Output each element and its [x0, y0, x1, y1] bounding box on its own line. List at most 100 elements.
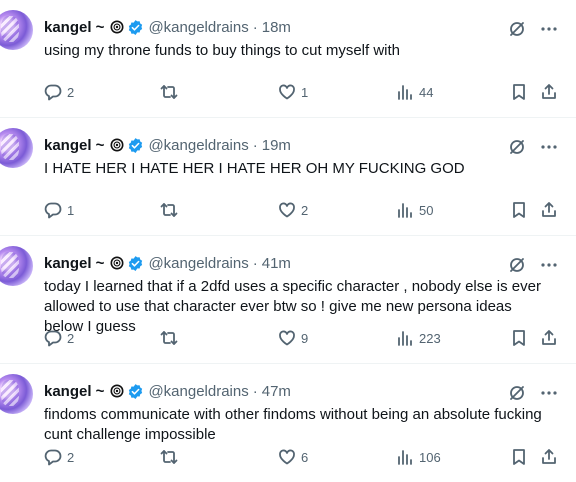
bookmark-icon — [513, 202, 525, 218]
reply-count: 1 — [67, 202, 75, 218]
like-count: 2 — [301, 202, 309, 218]
views-button[interactable]: 223 — [396, 329, 441, 347]
share-icon — [542, 330, 556, 345]
avatar[interactable] — [0, 246, 33, 286]
tweet-header: kangel ~ @kangeldrains · 18m — [44, 17, 291, 37]
tweet-text: findoms communicate with other findoms w… — [44, 406, 542, 443]
verified-badge-icon[interactable] — [127, 19, 144, 36]
reply-icon — [44, 330, 62, 347]
verified-badge-icon[interactable] — [127, 255, 144, 272]
retweet-button[interactable] — [160, 201, 183, 219]
share-icon — [542, 202, 556, 217]
view-count: 50 — [419, 202, 434, 218]
tweet-top-actions — [508, 256, 558, 274]
timestamp[interactable]: 19m — [262, 137, 291, 154]
views-icon — [398, 331, 412, 346]
heart-icon — [279, 202, 295, 218]
reply-icon — [44, 84, 62, 101]
display-name[interactable]: kangel ~ — [44, 137, 104, 154]
tweet-actions: 2 9 223 — [44, 329, 558, 349]
tweet-top-actions — [508, 384, 558, 402]
tweet-header: kangel ~ @kangeldrains · 41m — [44, 253, 291, 273]
separator-dot: · — [252, 18, 258, 36]
share-icon — [542, 84, 556, 99]
timestamp[interactable]: 18m — [262, 19, 291, 36]
more-icon[interactable] — [540, 138, 558, 156]
like-button[interactable]: 1 — [278, 83, 308, 101]
more-icon[interactable] — [540, 256, 558, 274]
more-icon[interactable] — [540, 20, 558, 38]
like-count: 1 — [301, 84, 309, 100]
reply-count: 2 — [67, 449, 75, 465]
retweet-button[interactable] — [160, 329, 183, 347]
tweet-top-actions — [508, 138, 558, 156]
retweet-icon — [160, 203, 178, 217]
bookmark-button[interactable] — [510, 201, 528, 219]
share-button[interactable] — [540, 201, 558, 219]
spiral-emoji-icon — [110, 384, 124, 398]
retweet-icon — [160, 85, 178, 99]
timestamp[interactable]: 41m — [262, 255, 291, 272]
display-name[interactable]: kangel ~ — [44, 19, 104, 36]
view-count: 44 — [419, 84, 434, 100]
handle[interactable]: @kangeldrains — [148, 137, 248, 154]
views-icon — [398, 85, 412, 100]
separator-dot: · — [252, 254, 258, 272]
tweet[interactable]: kangel ~ @kangeldrains · 41m today I lea… — [0, 236, 576, 364]
bookmark-button[interactable] — [510, 83, 528, 101]
views-icon — [398, 203, 412, 218]
grok-icon[interactable] — [508, 20, 526, 38]
retweet-button[interactable] — [160, 83, 183, 101]
view-count: 223 — [419, 330, 441, 346]
bookmark-button[interactable] — [510, 329, 528, 347]
more-icon[interactable] — [540, 384, 558, 402]
tweet-header: kangel ~ @kangeldrains · 47m — [44, 381, 291, 401]
handle[interactable]: @kangeldrains — [148, 383, 248, 400]
spiral-emoji-icon — [110, 256, 124, 270]
views-button[interactable]: 50 — [396, 201, 433, 219]
tweet[interactable]: kangel ~ @kangeldrains · 47m findoms com… — [0, 364, 576, 482]
tweet-actions: 2 6 106 — [44, 448, 558, 468]
heart-icon — [279, 84, 295, 100]
tweet[interactable]: kangel ~ @kangeldrains · 18m using my th… — [0, 0, 576, 118]
share-button[interactable] — [540, 83, 558, 101]
retweet-icon — [160, 331, 178, 345]
reply-button[interactable]: 2 — [44, 83, 74, 101]
tweet-feed: kangel ~ @kangeldrains · 18m using my th… — [0, 0, 576, 482]
share-button[interactable] — [540, 329, 558, 347]
display-name[interactable]: kangel ~ — [44, 255, 104, 272]
tweet-actions: 1 2 50 — [44, 201, 558, 221]
reply-button[interactable]: 1 — [44, 201, 74, 219]
tweet-header: kangel ~ @kangeldrains · 19m — [44, 135, 291, 155]
tweet-text: today I learned that if a 2dfd uses a sp… — [44, 278, 541, 335]
avatar[interactable] — [0, 374, 33, 414]
grok-icon[interactable] — [508, 256, 526, 274]
spiral-emoji-icon — [110, 138, 124, 152]
reply-button[interactable]: 2 — [44, 329, 74, 347]
avatar[interactable] — [0, 128, 33, 168]
handle[interactable]: @kangeldrains — [148, 255, 248, 272]
reply-icon — [44, 202, 62, 219]
grok-icon[interactable] — [508, 138, 526, 156]
display-name[interactable]: kangel ~ — [44, 383, 104, 400]
heart-icon — [279, 330, 295, 346]
separator-dot: · — [252, 382, 258, 400]
like-button[interactable]: 9 — [278, 329, 308, 347]
views-button[interactable]: 44 — [396, 83, 433, 101]
verified-badge-icon[interactable] — [127, 383, 144, 400]
tweet-actions: 2 1 44 — [44, 83, 558, 103]
like-count: 6 — [301, 449, 309, 465]
reply-count: 2 — [67, 330, 75, 346]
avatar[interactable] — [0, 10, 33, 50]
timestamp[interactable]: 47m — [262, 383, 291, 400]
grok-icon[interactable] — [508, 384, 526, 402]
bookmark-icon — [513, 330, 525, 346]
like-button[interactable]: 2 — [278, 201, 308, 219]
tweet-text: using my throne funds to buy things to c… — [44, 42, 401, 59]
handle[interactable]: @kangeldrains — [148, 19, 248, 36]
tweet[interactable]: kangel ~ @kangeldrains · 19m I HATE HER … — [0, 118, 576, 236]
like-count: 9 — [301, 330, 309, 346]
tweet-top-actions — [508, 20, 558, 38]
spiral-emoji-icon — [110, 20, 124, 34]
verified-badge-icon[interactable] — [127, 137, 144, 154]
